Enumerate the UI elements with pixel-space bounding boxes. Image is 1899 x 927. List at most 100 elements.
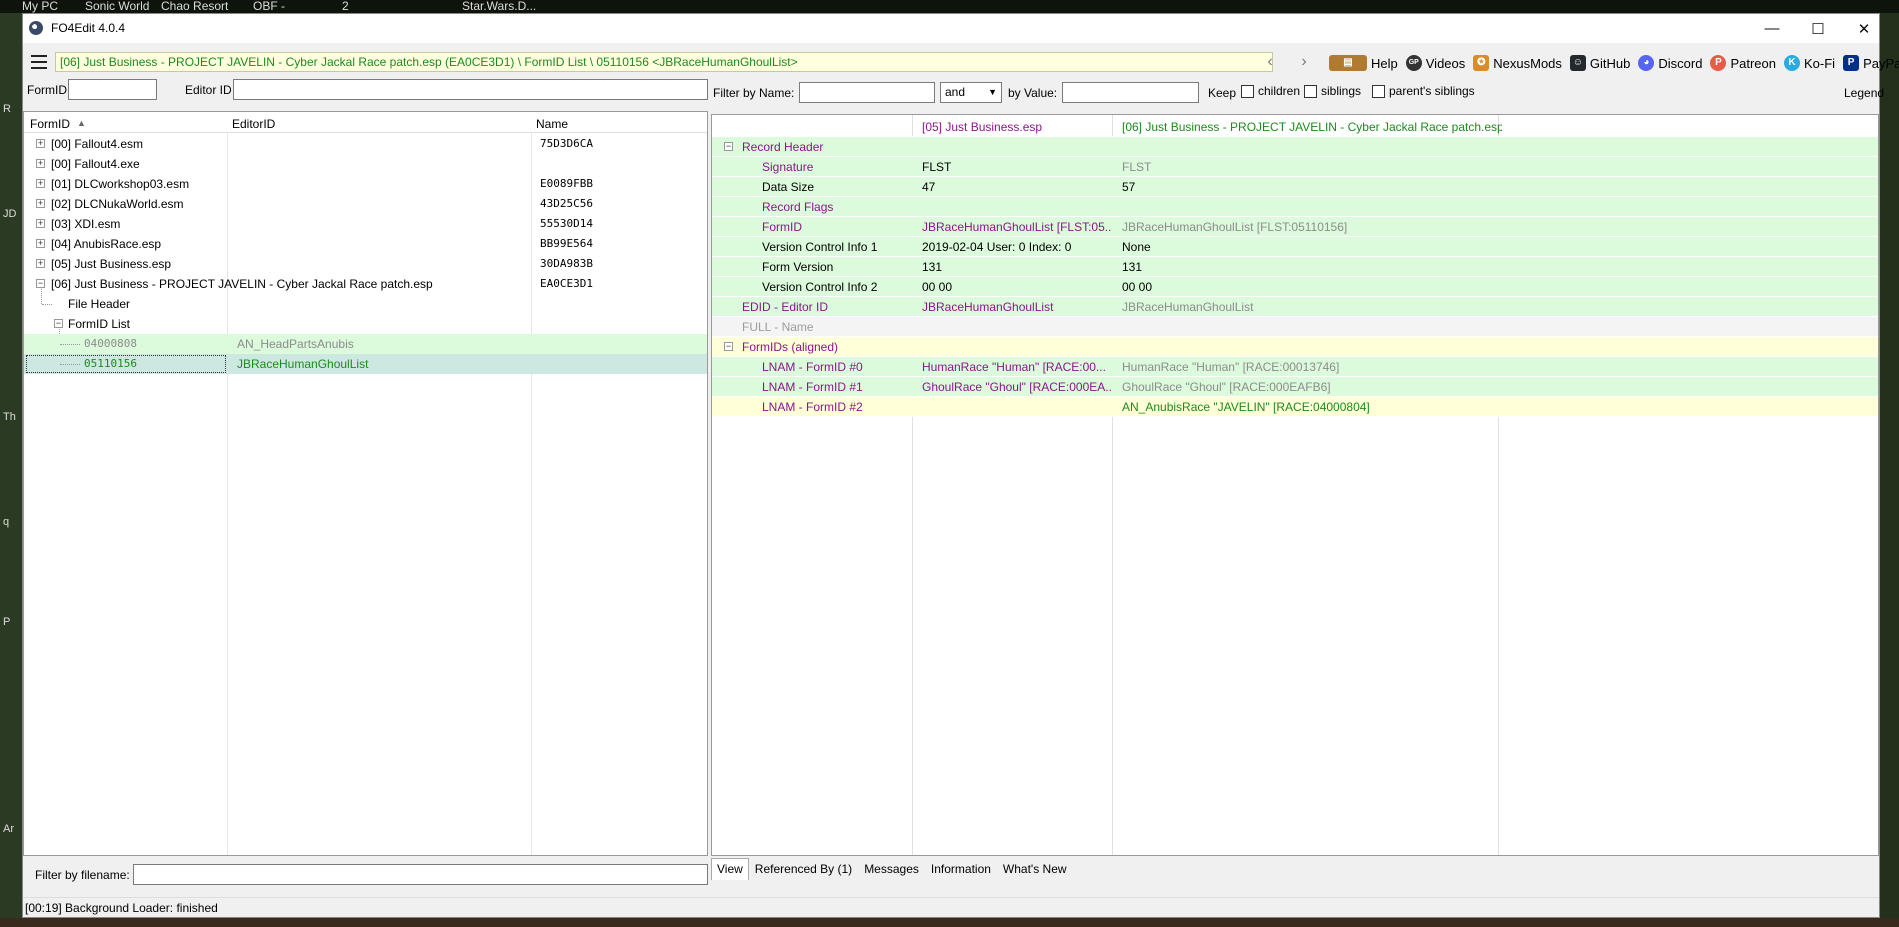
- tree-row-file[interactable]: + [00] Fallout4.esm 75D3D6CA: [24, 134, 707, 154]
- override-value: 131: [1122, 260, 1143, 274]
- grid-row[interactable]: LNAM - FormID #2 AN_AnubisRace "JAVELIN"…: [712, 397, 1878, 417]
- expand-icon[interactable]: +: [36, 239, 45, 248]
- grid-row[interactable]: LNAM - FormID #0 HumanRace "Human" [RACE…: [712, 357, 1878, 377]
- discord-link[interactable]: ◕ Discord: [1638, 55, 1702, 71]
- kofi-icon: K: [1784, 55, 1800, 71]
- tree-row-record-selected[interactable]: 05110156 JBRaceHumanGhoulList: [24, 354, 707, 374]
- filter-name-label: Filter by Name:: [713, 86, 795, 100]
- discord-link-label: Discord: [1658, 55, 1703, 71]
- grid-row[interactable]: EDID - Editor ID JBRaceHumanGhoulList JB…: [712, 297, 1878, 317]
- tree-row-group[interactable]: − FormID List: [24, 314, 707, 334]
- tree-row-file[interactable]: + [02] DLCNukaWorld.esm 43D25C56: [24, 194, 707, 214]
- col-header-editorid[interactable]: EditorID: [232, 117, 275, 131]
- record-formid: 05110156: [84, 357, 137, 370]
- parents-siblings-checkbox[interactable]: parent's siblings: [1372, 84, 1475, 99]
- maximize-button[interactable]: ☐: [1795, 14, 1841, 43]
- siblings-checkbox[interactable]: siblings: [1304, 84, 1361, 99]
- tab-whats-new[interactable]: What's New: [997, 858, 1073, 880]
- desktop-item[interactable]: 2: [342, 0, 349, 13]
- hamburger-menu-icon[interactable]: [31, 55, 47, 69]
- close-button[interactable]: ✕: [1841, 14, 1887, 43]
- file-name: [00] Fallout4.exe: [51, 157, 140, 171]
- nexusmods-icon: ✪: [1473, 55, 1490, 71]
- desktop-item[interactable]: Star.Wars.D...: [462, 0, 536, 13]
- github-link[interactable]: ☺ GitHub: [1569, 55, 1630, 71]
- expand-icon[interactable]: +: [36, 179, 45, 188]
- collapse-icon[interactable]: −: [36, 279, 45, 288]
- filter-filename-input[interactable]: [133, 864, 708, 885]
- formid-search-input[interactable]: [68, 79, 157, 100]
- grid-row[interactable]: Signature FLST FLST: [712, 157, 1878, 177]
- field-name: Version Control Info 1: [762, 240, 878, 254]
- grid-row[interactable]: − Record Header: [712, 137, 1878, 157]
- by-value-input[interactable]: [1062, 82, 1199, 103]
- paypal-icon: P: [1843, 55, 1860, 71]
- group-label: FormID List: [68, 317, 131, 331]
- grid-row[interactable]: Record Flags: [712, 197, 1878, 217]
- col-header-name[interactable]: Name: [536, 117, 568, 131]
- expand-icon[interactable]: +: [36, 219, 45, 228]
- editorid-search-input[interactable]: [233, 79, 708, 100]
- tab-view[interactable]: View: [711, 858, 749, 880]
- grid-row[interactable]: FormID JBRaceHumanGhoulList [FLST:05... …: [712, 217, 1878, 237]
- filter-name-input[interactable]: [799, 82, 935, 103]
- record-tree[interactable]: FormID ▲ EditorID Name + [00] Fallout4.e…: [23, 111, 708, 856]
- tree-row-file[interactable]: − [06] Just Business - PROJECT JAVELIN -…: [24, 274, 707, 294]
- tree-row-file[interactable]: + [04] AnubisRace.esp BB99E564: [24, 234, 707, 254]
- record-view-grid[interactable]: [05] Just Business.esp [06] Just Busines…: [711, 114, 1879, 856]
- nexusmods-link[interactable]: ✪ NexusMods: [1473, 55, 1562, 71]
- record-path-field[interactable]: [06] Just Business - PROJECT JAVELIN - C…: [55, 52, 1273, 72]
- title-bar[interactable]: FO4Edit 4.0.4 — ☐ ✕: [23, 14, 1879, 43]
- book-icon: ▤: [1329, 55, 1367, 71]
- paypal-link[interactable]: P PayPal: [1843, 55, 1899, 71]
- tree-row-file[interactable]: + [05] Just Business.esp 30DA983B: [24, 254, 707, 274]
- tree-row-file[interactable]: + [00] Fallout4.exe: [24, 154, 707, 174]
- desktop-item[interactable]: Chao Resort: [161, 0, 228, 13]
- tree-row-file[interactable]: + [03] XDI.esm 55530D14: [24, 214, 707, 234]
- collapse-icon[interactable]: −: [724, 142, 733, 151]
- grid-row[interactable]: Form Version 131 131: [712, 257, 1878, 277]
- status-text: [00:19] Background Loader: finished: [25, 901, 218, 915]
- collapse-icon[interactable]: −: [724, 342, 733, 351]
- col-header-formid[interactable]: FormID: [30, 117, 70, 131]
- desktop-item[interactable]: My PC: [22, 0, 58, 13]
- patreon-link[interactable]: P Patreon: [1710, 55, 1776, 71]
- children-checkbox[interactable]: children: [1241, 84, 1300, 99]
- expand-icon[interactable]: +: [36, 199, 45, 208]
- override-value: FLST: [1122, 160, 1152, 174]
- grid-row[interactable]: Version Control Info 2 00 00 00 00: [712, 277, 1878, 297]
- minimize-button[interactable]: —: [1749, 14, 1795, 43]
- tree-row-file-header[interactable]: File Header: [24, 294, 707, 314]
- field-name: Record Flags: [762, 200, 834, 214]
- tab-information[interactable]: Information: [925, 858, 997, 880]
- file-crc: 43D25C56: [540, 197, 593, 210]
- grid-row[interactable]: Version Control Info 1 2019-02-04 User: …: [712, 237, 1878, 257]
- tree-row-record[interactable]: 04000808 AN_HeadPartsAnubis: [24, 334, 707, 354]
- grid-row[interactable]: − FormIDs (aligned): [712, 337, 1878, 357]
- grid-row[interactable]: FULL - Name: [712, 317, 1878, 337]
- videos-link[interactable]: GP Videos: [1405, 55, 1465, 71]
- tree-connector: [60, 364, 80, 365]
- back-arrow-icon[interactable]: ‹: [1260, 52, 1280, 72]
- master-value: 00 00: [922, 280, 953, 294]
- forward-arrow-icon[interactable]: ›: [1294, 52, 1314, 72]
- grid-row[interactable]: Data Size 47 57: [712, 177, 1878, 197]
- tab-messages[interactable]: Messages: [858, 858, 925, 880]
- field-name: Version Control Info 2: [762, 280, 878, 294]
- desktop-item[interactable]: OBF -: [253, 0, 285, 13]
- desktop-letter: R: [3, 103, 11, 115]
- legend-button[interactable]: Legend: [1844, 86, 1884, 100]
- master-value: 131: [922, 260, 943, 274]
- kofi-link[interactable]: K Ko-Fi: [1784, 55, 1835, 71]
- grid-row[interactable]: LNAM - FormID #1 GhoulRace "Ghoul" [RACE…: [712, 377, 1878, 397]
- help-link[interactable]: ▤ Help: [1329, 55, 1398, 71]
- collapse-icon[interactable]: −: [54, 319, 63, 328]
- tree-row-file[interactable]: + [01] DLCworkshop03.esm E0089FBB: [24, 174, 707, 194]
- expand-icon[interactable]: +: [36, 159, 45, 168]
- expand-icon[interactable]: +: [36, 259, 45, 268]
- tab-referenced-by[interactable]: Referenced By (1): [749, 858, 858, 880]
- expand-icon[interactable]: +: [36, 139, 45, 148]
- desktop-item[interactable]: Sonic World: [85, 0, 149, 13]
- path-toolbar: [06] Just Business - PROJECT JAVELIN - C…: [23, 50, 1899, 76]
- filter-operator-select[interactable]: and ▼: [940, 82, 1002, 103]
